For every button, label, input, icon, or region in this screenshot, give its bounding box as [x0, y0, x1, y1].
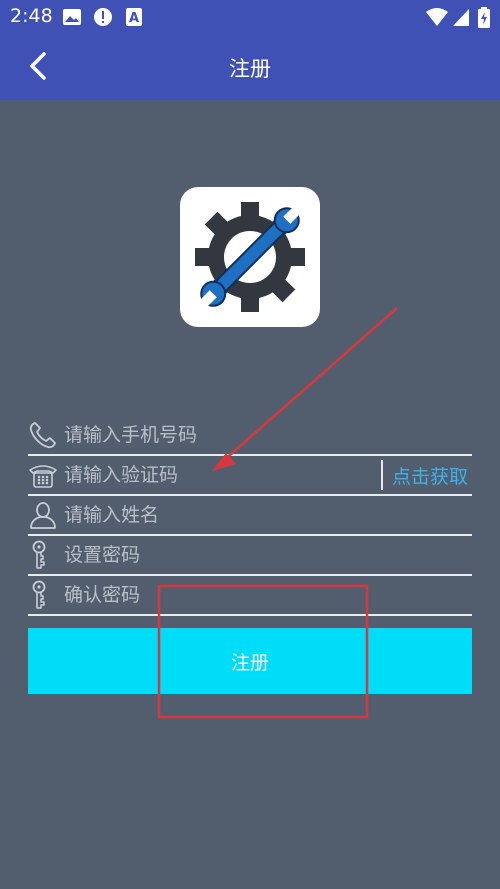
alert-icon: [94, 8, 112, 26]
register-button[interactable]: 注册: [28, 628, 472, 694]
app-bar: 注册: [0, 33, 500, 100]
phone-row: [28, 416, 472, 456]
code-divider: [381, 460, 383, 490]
wifi-icon: [426, 8, 448, 26]
password-input[interactable]: [62, 540, 406, 570]
phone-input[interactable]: [62, 420, 406, 450]
phone-icon: [29, 422, 56, 449]
name-row: [28, 496, 472, 536]
gear-wrench-icon: [195, 202, 305, 312]
key-icon: [32, 580, 46, 609]
get-code-button[interactable]: 点击获取: [392, 462, 468, 489]
password-row: [28, 536, 472, 576]
confirm-password-row: [28, 576, 472, 616]
name-input[interactable]: [62, 500, 406, 530]
font-icon: A: [126, 8, 142, 26]
image-icon: [63, 9, 81, 25]
verification-code-input[interactable]: [62, 460, 376, 490]
page-title: 注册: [229, 57, 271, 81]
user-icon: [30, 502, 56, 529]
confirm-password-input[interactable]: [62, 580, 406, 610]
key-icon: [32, 540, 46, 569]
status-bar: 2:48 A: [0, 0, 500, 33]
svg-text:A: A: [129, 11, 139, 26]
code-row: 点击获取: [28, 456, 472, 496]
telephone-icon: [29, 465, 57, 488]
status-time: 2:48: [10, 5, 53, 27]
signal-icon: [453, 9, 469, 26]
battery-icon: [478, 7, 490, 28]
app-logo: [180, 187, 320, 327]
